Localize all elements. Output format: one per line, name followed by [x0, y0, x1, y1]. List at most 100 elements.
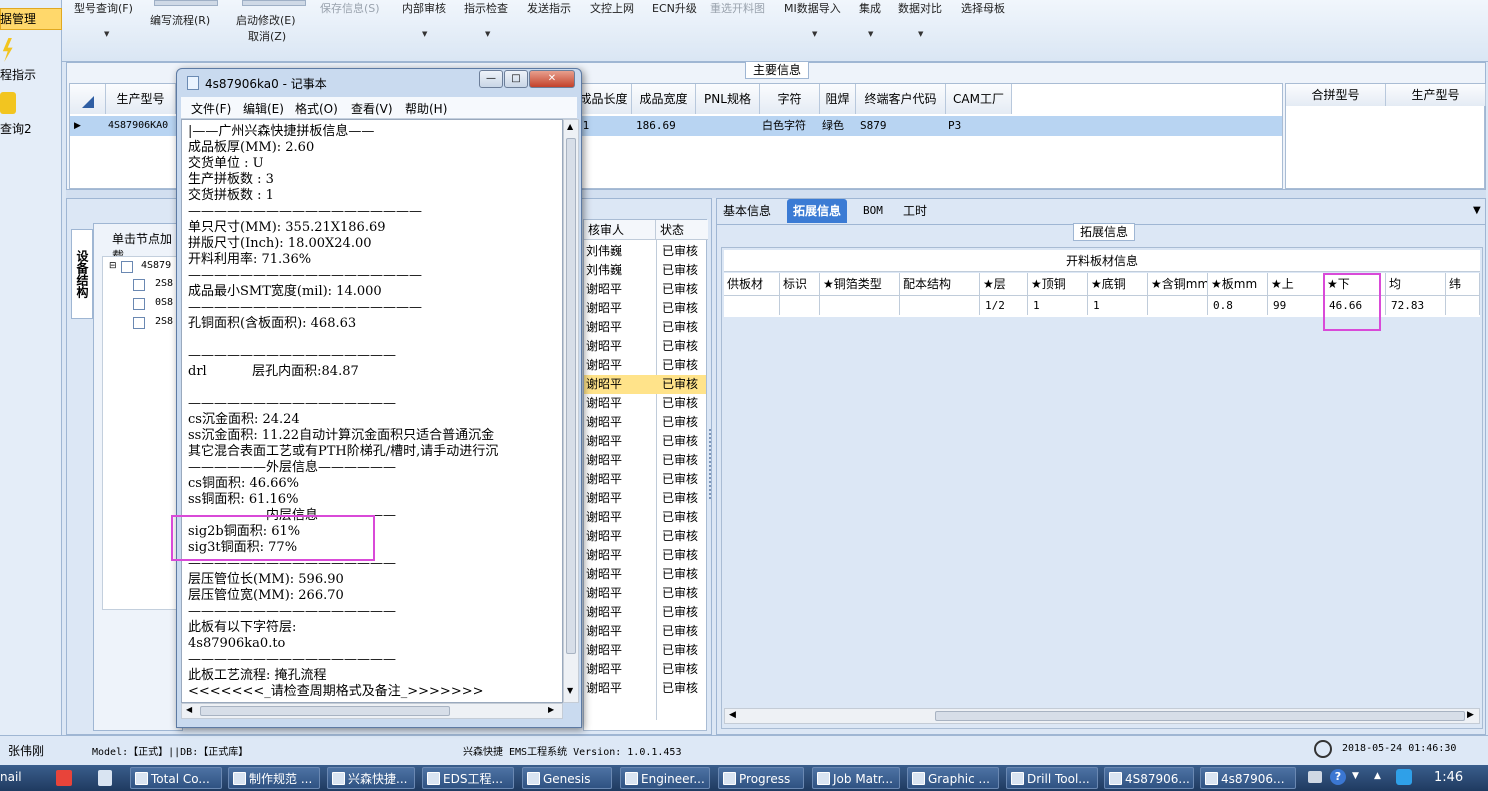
- col-header-merge-model[interactable]: 合拼型号: [1286, 84, 1386, 106]
- list-item[interactable]: 谢昭平 已审核: [584, 546, 706, 565]
- list-item[interactable]: 刘伟巍 已审核: [584, 261, 706, 280]
- list-item[interactable]: 刘伟巍 已审核: [584, 242, 706, 261]
- col-header[interactable]: ★含铜mm: [1148, 273, 1208, 295]
- grid-cell[interactable]: 1: [1028, 295, 1088, 315]
- scroll-up-icon[interactable]: ▲: [567, 122, 573, 131]
- grid-cell[interactable]: 72.83: [1386, 295, 1446, 315]
- reselect-cutting-chart-button[interactable]: 重选开料图: [710, 0, 765, 16]
- notepad-text-area[interactable]: |——广州兴森快捷拼板信息—— 成品板厚(MM): 2.60 交货单位 : U 生产拼…: [181, 119, 563, 703]
- write-flow-button[interactable]: 编写流程(R): [150, 12, 210, 28]
- taskbar-button[interactable]: Graphic ...: [907, 767, 999, 789]
- menu-format[interactable]: 格式(O): [295, 100, 338, 117]
- chevron-down-icon[interactable]: ▼: [868, 30, 873, 38]
- calculator-icon[interactable]: [98, 770, 112, 786]
- scroll-right-icon[interactable]: ▶: [1467, 710, 1474, 720]
- list-item[interactable]: 谢昭平 已审核: [584, 470, 706, 489]
- col-header[interactable]: 配本结构: [900, 273, 980, 295]
- list-item[interactable]: 谢昭平 已审核: [584, 622, 706, 641]
- col-header[interactable]: ★顶铜: [1028, 273, 1088, 295]
- list-item[interactable]: 谢昭平 已审核: [584, 584, 706, 603]
- tree-collapse-icon[interactable]: ⊟: [109, 261, 117, 271]
- checkbox-icon[interactable]: [133, 317, 145, 329]
- instruction-check-button[interactable]: 指示检查: [464, 0, 508, 16]
- chevron-down-icon[interactable]: ▼: [485, 30, 490, 38]
- maximize-button[interactable]: □: [504, 70, 528, 88]
- col-header[interactable]: ★层: [980, 273, 1028, 295]
- vertical-tab-structure[interactable]: 设备结构: [71, 229, 93, 319]
- col-header-width[interactable]: 成品宽度: [632, 84, 696, 114]
- horizontal-scrollbar[interactable]: ◀ ▶: [724, 708, 1480, 724]
- select-motherboard-button[interactable]: 选择母板: [961, 0, 1005, 16]
- menu-edit[interactable]: 编辑(E): [243, 100, 284, 117]
- col-header-silkscreen[interactable]: 字符: [760, 84, 820, 114]
- taskbar-button[interactable]: 4S87906...: [1104, 767, 1194, 789]
- col-header[interactable]: 均: [1386, 273, 1446, 295]
- grid-cell[interactable]: 0.8: [1208, 295, 1268, 315]
- chevron-down-icon[interactable]: ▼: [918, 30, 923, 38]
- nav-item-query2[interactable]: 查询2: [0, 120, 32, 137]
- list-item[interactable]: 谢昭平 已审核: [584, 565, 706, 584]
- help-icon[interactable]: ?: [1330, 769, 1346, 785]
- grid-cell[interactable]: [780, 295, 820, 315]
- taskbar-button[interactable]: 制作规范 ...: [228, 767, 320, 789]
- scroll-thumb[interactable]: [935, 711, 1465, 721]
- integration-button[interactable]: 集成: [859, 0, 881, 16]
- col-header-customer-code[interactable]: 终端客户代码: [856, 84, 946, 114]
- checkbox-icon[interactable]: [121, 261, 133, 273]
- cancel-button[interactable]: 取消(Z): [248, 28, 286, 44]
- list-item[interactable]: 谢昭平 已审核: [584, 660, 706, 679]
- scroll-left-icon[interactable]: ◀: [729, 710, 736, 720]
- chevron-down-icon[interactable]: ▼: [812, 30, 817, 38]
- taskbar-button[interactable]: 兴森快捷...: [327, 767, 415, 789]
- send-instruction-button[interactable]: 发送指示: [527, 0, 571, 16]
- taskbar-button[interactable]: Total Co...: [130, 767, 222, 789]
- col-header-status[interactable]: 状态: [656, 220, 708, 240]
- taskbar-button[interactable]: Job Matr...: [812, 767, 900, 789]
- col-header-length[interactable]: 成品长度: [576, 84, 632, 114]
- list-item[interactable]: 谢昭平 已审核: [584, 318, 706, 337]
- taskbar-button[interactable]: Engineer...: [620, 767, 710, 789]
- menu-help[interactable]: 帮助(H): [405, 100, 447, 117]
- list-item[interactable]: 谢昭平 已审核: [584, 451, 706, 470]
- tab-bom[interactable]: BOM: [857, 199, 889, 223]
- grid-cell[interactable]: [820, 295, 900, 315]
- cell-model[interactable]: 4S87906KA0: [108, 116, 168, 136]
- col-header[interactable]: ★铜箔类型: [820, 273, 900, 295]
- col-header[interactable]: 标识: [780, 273, 820, 295]
- col-header-prod-model[interactable]: 生产型号: [1386, 84, 1486, 106]
- save-info-button[interactable]: 保存信息(S): [320, 0, 380, 16]
- taskbar-button[interactable]: EDS工程...: [422, 767, 514, 789]
- scroll-right-icon[interactable]: ▶: [548, 705, 554, 714]
- grid-cell[interactable]: [1446, 295, 1480, 315]
- list-item[interactable]: 谢昭平 已审核: [584, 489, 706, 508]
- tab-basic-info[interactable]: 基本信息: [717, 199, 777, 223]
- notepad-window[interactable]: 4s87906ka0 - 记事本 — □ ✕ 文件(F) 编辑(E) 格式(O)…: [171, 68, 582, 728]
- scroll-thumb[interactable]: [200, 706, 450, 716]
- list-item[interactable]: 谢昭平 已审核: [584, 603, 706, 622]
- list-item[interactable]: 谢昭平 已审核: [584, 679, 706, 698]
- col-header-model[interactable]: 生产型号: [106, 84, 176, 114]
- tray-app-icon[interactable]: [1396, 769, 1412, 785]
- tree-node[interactable]: 2S8: [155, 278, 173, 289]
- cell-width[interactable]: 186.69: [636, 116, 676, 136]
- ecn-upgrade-button[interactable]: ECN升级: [652, 0, 697, 16]
- chevron-down-icon[interactable]: ▼: [422, 30, 427, 38]
- list-item[interactable]: 谢昭平 已审核: [584, 527, 706, 546]
- checkbox-icon[interactable]: [133, 298, 145, 310]
- tree-node[interactable]: 0S8: [155, 297, 173, 308]
- list-item[interactable]: 谢昭平 已审核: [584, 356, 706, 375]
- horizontal-scrollbar[interactable]: ◀ ▶: [181, 703, 563, 719]
- taskbar-left-label[interactable]: nail: [0, 770, 22, 784]
- tree-root-node[interactable]: 4S879: [141, 260, 171, 271]
- start-modify-button[interactable]: 启动修改(E): [236, 12, 296, 28]
- list-item[interactable]: 谢昭平 已审核: [584, 413, 706, 432]
- col-header-soldermask[interactable]: 阻焊: [820, 84, 856, 114]
- list-item[interactable]: 谢昭平 已审核: [584, 394, 706, 413]
- list-item[interactable]: 谢昭平 已审核: [584, 508, 706, 527]
- mi-data-import-button[interactable]: MI数据导入: [784, 0, 841, 16]
- model-query-button[interactable]: 型号查询(F): [74, 0, 133, 16]
- col-header[interactable]: 纬: [1446, 273, 1480, 295]
- scroll-thumb[interactable]: [566, 138, 576, 654]
- list-item[interactable]: 谢昭平 已审核: [584, 280, 706, 299]
- chevron-down-icon[interactable]: ▼: [1473, 205, 1481, 216]
